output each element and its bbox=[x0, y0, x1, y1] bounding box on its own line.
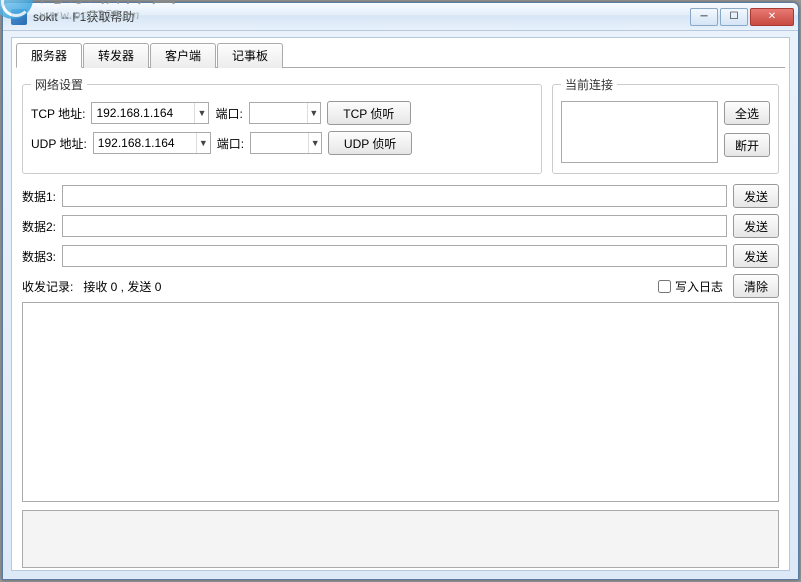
send-button-1[interactable]: 发送 bbox=[733, 184, 779, 208]
tab-label: 客户端 bbox=[165, 49, 201, 63]
bottom-panel bbox=[22, 510, 779, 568]
data-input-3[interactable] bbox=[62, 245, 727, 267]
udp-addr-combo[interactable]: ▼ bbox=[93, 132, 211, 154]
data-row-2: 数据2: 发送 bbox=[22, 214, 779, 238]
udp-addr-label: UDP 地址: bbox=[31, 135, 87, 152]
log-prefix: 收发记录: bbox=[22, 278, 73, 295]
chevron-down-icon[interactable]: ▼ bbox=[307, 103, 320, 123]
connections-list[interactable] bbox=[561, 101, 718, 163]
clear-button[interactable]: 清除 bbox=[733, 274, 779, 298]
network-settings-legend: 网络设置 bbox=[31, 76, 87, 93]
write-log-checkbox[interactable]: 写入日志 bbox=[658, 278, 723, 295]
window-title: sokit -- F1获取帮助 bbox=[33, 8, 688, 25]
app-icon bbox=[11, 9, 27, 25]
send-button-3[interactable]: 发送 bbox=[733, 244, 779, 268]
tcp-addr-input[interactable] bbox=[92, 103, 194, 123]
write-log-input[interactable] bbox=[658, 280, 671, 293]
tcp-port-combo[interactable]: ▼ bbox=[249, 102, 321, 124]
udp-port-label: 端口: bbox=[217, 135, 244, 152]
chevron-down-icon[interactable]: ▼ bbox=[196, 133, 210, 153]
tcp-listen-button[interactable]: TCP 侦听 bbox=[327, 101, 411, 125]
udp-listen-button[interactable]: UDP 侦听 bbox=[328, 131, 412, 155]
data-input-2[interactable] bbox=[62, 215, 727, 237]
data-row-1: 数据1: 发送 bbox=[22, 184, 779, 208]
log-stats: 接收 0 , 发送 0 bbox=[83, 278, 648, 295]
select-all-button[interactable]: 全选 bbox=[724, 101, 770, 125]
tab-server[interactable]: 服务器 bbox=[16, 43, 82, 68]
tab-notepad[interactable]: 记事板 bbox=[217, 43, 283, 68]
data-label: 数据1: bbox=[22, 188, 56, 205]
send-button-2[interactable]: 发送 bbox=[733, 214, 779, 238]
connections-group: 当前连接 全选 断开 bbox=[552, 76, 779, 174]
data-label: 数据2: bbox=[22, 218, 56, 235]
udp-port-combo[interactable]: ▼ bbox=[250, 132, 322, 154]
tcp-addr-combo[interactable]: ▼ bbox=[91, 102, 209, 124]
tcp-port-label: 端口: bbox=[215, 105, 242, 122]
minimize-button[interactable]: ─ bbox=[690, 8, 718, 26]
write-log-label: 写入日志 bbox=[675, 278, 723, 295]
tab-label: 记事板 bbox=[232, 49, 268, 63]
app-window: sokit -- F1获取帮助 ─ ☐ ✕ 河东软件园 www.pc0359.c… bbox=[2, 2, 799, 580]
udp-addr-input[interactable] bbox=[94, 133, 196, 153]
network-settings-group: 网络设置 TCP 地址: ▼ 端口: ▼ TCP 侦听 bbox=[22, 76, 542, 174]
data-row-3: 数据3: 发送 bbox=[22, 244, 779, 268]
tab-forwarder[interactable]: 转发器 bbox=[83, 43, 149, 68]
tcp-addr-label: TCP 地址: bbox=[31, 105, 85, 122]
tab-label: 转发器 bbox=[98, 49, 134, 63]
udp-port-input[interactable] bbox=[251, 133, 308, 153]
data-rows: 数据1: 发送 数据2: 发送 数据3: 发送 bbox=[22, 184, 779, 268]
close-button[interactable]: ✕ bbox=[750, 8, 794, 26]
data-label: 数据3: bbox=[22, 248, 56, 265]
window-controls: ─ ☐ ✕ bbox=[688, 8, 794, 26]
log-textarea[interactable] bbox=[22, 302, 779, 502]
tab-bar: 服务器 转发器 客户端 记事板 bbox=[12, 38, 789, 67]
client-area: 服务器 转发器 客户端 记事板 网络设置 TCP 地址: ▼ 端口: bbox=[11, 37, 790, 571]
tab-client[interactable]: 客户端 bbox=[150, 43, 216, 68]
disconnect-button[interactable]: 断开 bbox=[724, 133, 770, 157]
tcp-port-input[interactable] bbox=[250, 103, 307, 123]
titlebar[interactable]: sokit -- F1获取帮助 ─ ☐ ✕ bbox=[3, 3, 798, 31]
chevron-down-icon[interactable]: ▼ bbox=[308, 133, 321, 153]
data-input-1[interactable] bbox=[62, 185, 727, 207]
maximize-button[interactable]: ☐ bbox=[720, 8, 748, 26]
log-header: 收发记录: 接收 0 , 发送 0 写入日志 清除 bbox=[22, 274, 779, 298]
tab-content: 网络设置 TCP 地址: ▼ 端口: ▼ TCP 侦听 bbox=[16, 67, 785, 576]
tab-label: 服务器 bbox=[31, 49, 67, 63]
chevron-down-icon[interactable]: ▼ bbox=[194, 103, 208, 123]
connections-legend: 当前连接 bbox=[561, 76, 617, 93]
